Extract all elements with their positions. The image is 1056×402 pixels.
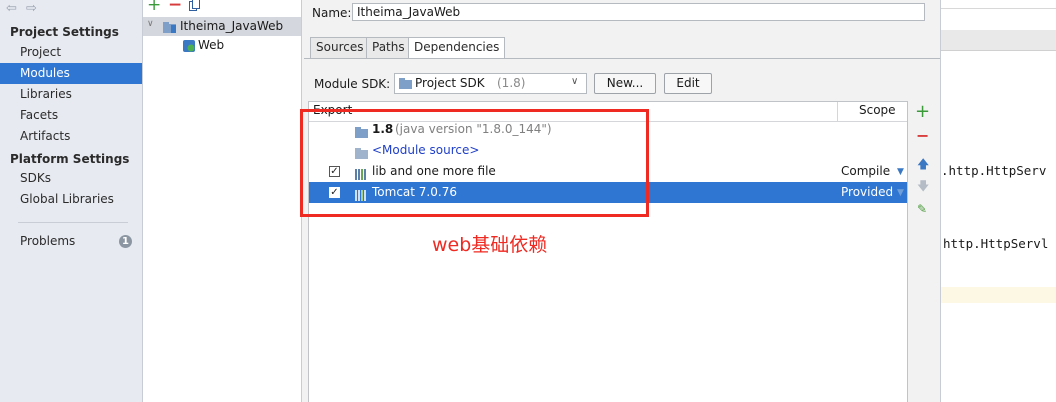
web-facet-icon <box>183 40 195 55</box>
sdk-version: (1.8) <box>497 76 526 90</box>
tree-root-module-label[interactable]: Itheima_JavaWeb <box>180 19 283 33</box>
sidebar-item-sdks[interactable]: SDKs <box>0 168 142 189</box>
sidebar-item-project[interactable]: Project <box>0 42 142 63</box>
tab-dependencies[interactable]: Dependencies <box>408 37 506 59</box>
module-tree-panel: + − ∨ Itheima_JavaWeb Web <box>143 0 302 402</box>
code-line: http.HttpServl <box>943 236 1049 251</box>
move-down-icon[interactable]: 🡇 <box>917 177 929 198</box>
sdk-value: Project SDK <box>415 76 485 90</box>
current-line-highlight <box>941 287 1056 303</box>
scope-dropdown-icon[interactable]: ▼ <box>897 162 904 183</box>
sidebar-item-artifacts[interactable]: Artifacts <box>0 126 142 147</box>
editor-background: .http.HttpServ http.HttpServl <box>940 0 1056 402</box>
edit-sdk-button[interactable]: Edit <box>664 73 712 94</box>
forward-arrow-icon[interactable]: ⇨ <box>26 1 37 16</box>
scope-dropdown-icon[interactable]: ▼ <box>897 183 904 204</box>
annotation-text: web基础依赖 <box>432 234 548 256</box>
project-settings-title: Project Settings <box>10 25 119 39</box>
module-sdk-label: Module SDK: <box>314 77 391 91</box>
module-sdk-select[interactable]: Project SDK (1.8) ∨ <box>394 73 587 94</box>
platform-settings-title: Platform Settings <box>10 152 130 166</box>
tab-sources[interactable]: Sources <box>310 37 370 58</box>
remove-dependency-icon[interactable]: − <box>916 126 929 145</box>
editor-breadcrumb-bar <box>941 30 1056 51</box>
sidebar-divider <box>18 222 128 223</box>
module-folder-icon <box>163 22 176 36</box>
chevron-down-icon: ∨ <box>571 76 579 87</box>
sidebar-item-facets[interactable]: Facets <box>0 105 142 126</box>
edit-pencil-icon[interactable]: ✎ <box>917 202 927 216</box>
sidebar-item-global-libraries[interactable]: Global Libraries <box>0 189 142 210</box>
add-icon[interactable]: + <box>147 0 161 15</box>
tree-web-facet-label[interactable]: Web <box>198 38 224 52</box>
tab-paths[interactable]: Paths <box>366 37 411 58</box>
sdk-folder-icon <box>399 78 412 92</box>
problems-count-badge: 1 <box>119 235 132 248</box>
chevron-down-icon[interactable]: ∨ <box>147 19 154 29</box>
module-name-field[interactable]: Itheima_JavaWeb <box>352 3 925 21</box>
editor-tab-strip <box>941 0 1056 9</box>
settings-sidebar: ⇦ ⇨ Project Settings Project Modules Lib… <box>0 0 143 402</box>
add-dependency-icon[interactable]: + <box>915 101 930 122</box>
column-scope-header[interactable]: Scope <box>859 103 896 117</box>
copy-icon[interactable] <box>189 0 200 14</box>
dependency-toolbar: + − 🡅 🡇 ✎ <box>908 101 936 402</box>
name-label: Name: <box>312 6 352 20</box>
scope-value[interactable]: Provided <box>841 182 893 203</box>
move-up-icon[interactable]: 🡅 <box>917 155 929 176</box>
annotation-highlight-box <box>300 109 649 217</box>
new-sdk-button[interactable]: New... <box>594 73 656 94</box>
code-line: .http.HttpServ <box>941 163 1047 178</box>
sidebar-item-modules[interactable]: Modules <box>0 63 142 84</box>
scope-value[interactable]: Compile <box>841 161 890 182</box>
back-arrow-icon[interactable]: ⇦ <box>6 1 17 16</box>
tab-panel-divider <box>304 58 940 59</box>
remove-icon[interactable]: − <box>168 0 182 15</box>
sidebar-item-libraries[interactable]: Libraries <box>0 84 142 105</box>
